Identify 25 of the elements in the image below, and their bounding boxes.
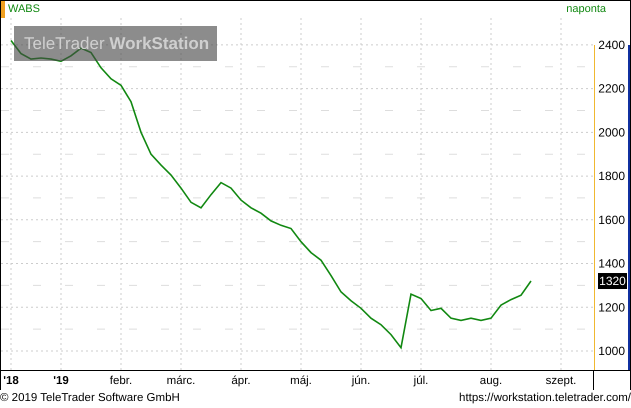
y-tick-label: 1200	[598, 300, 625, 314]
y-tick-label: 2200	[598, 82, 625, 96]
url-text: https://workstation.teletrader.com/	[459, 391, 631, 406]
x-tick-label: júl.	[414, 375, 428, 387]
interval-label: naponta	[566, 2, 606, 18]
x-tick-label: aug.	[480, 375, 502, 387]
x-tick-label: máj.	[290, 375, 312, 387]
copyright-text: © 2019 TeleTrader Software GmbH	[0, 391, 180, 406]
y-tick-label: 1800	[598, 169, 625, 184]
y-tick-label: 2000	[598, 125, 625, 140]
last-price-marker: 1320	[598, 273, 627, 290]
x-tick-label: márc.	[166, 375, 196, 387]
y-tick-label: 2400	[598, 38, 625, 52]
x-tick-label: ápr.	[231, 375, 251, 387]
y-tick-label: 1400	[598, 256, 625, 271]
x-tick-label: szept.	[546, 375, 576, 387]
symbol-label: WABS	[8, 2, 40, 18]
y-tick-label: 1000	[598, 344, 625, 358]
x-tick-label: '19	[53, 375, 69, 387]
x-tick-label: jún.	[352, 375, 370, 387]
x-tick-label: febr.	[110, 375, 132, 387]
x-tick-label: '18	[3, 375, 19, 387]
color-tag	[1, 1, 5, 18]
watermark-text: TeleTrader WorkStation	[14, 26, 218, 61]
y-tick-label: 1600	[598, 212, 625, 227]
